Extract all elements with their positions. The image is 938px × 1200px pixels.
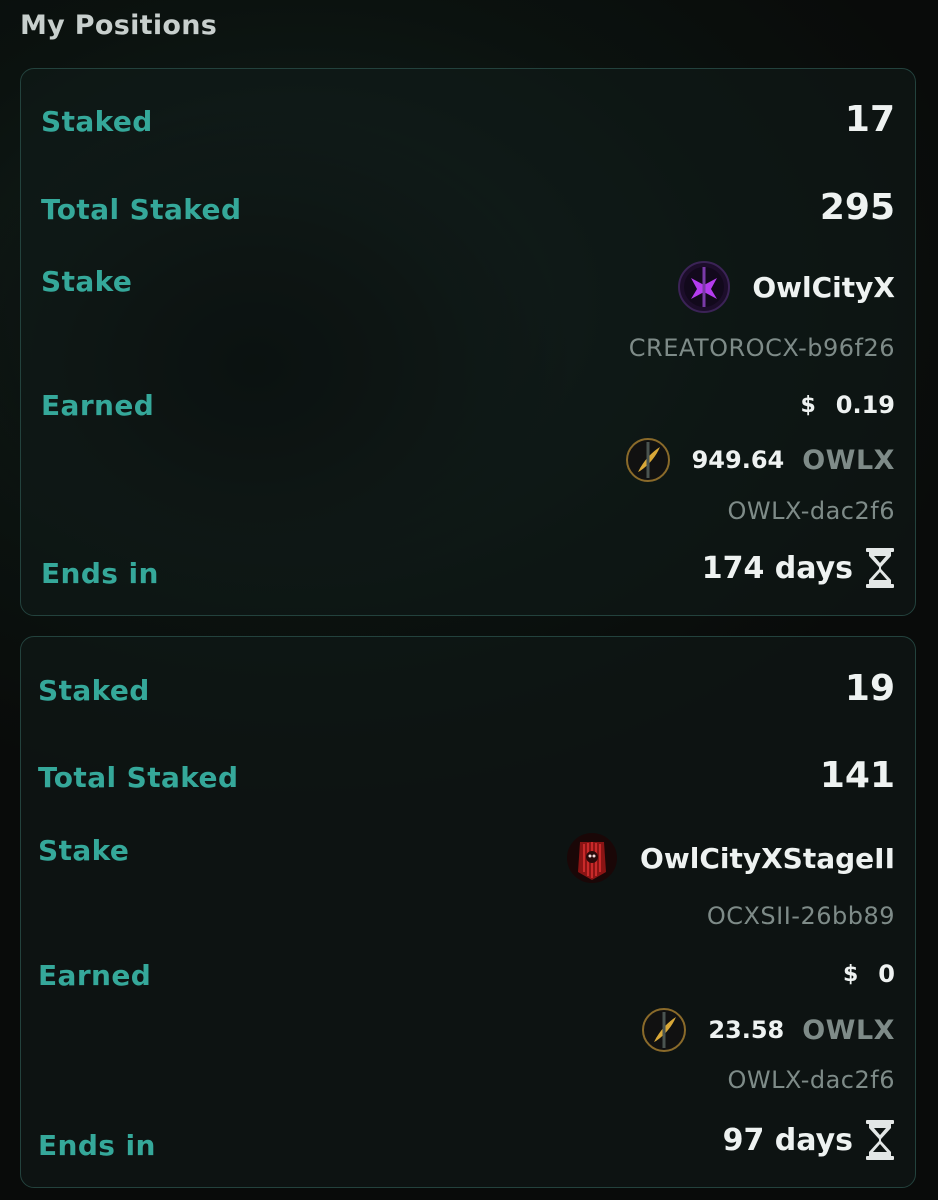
earned-token-row: 23.58 OWLX bbox=[642, 1008, 895, 1052]
earned-token-symbol: OWLX bbox=[802, 444, 895, 476]
earned-usd-value: 0.19 bbox=[835, 391, 895, 419]
stake-token-id: CREATOROCX-b96f26 bbox=[628, 334, 895, 362]
staked-value: 19 bbox=[844, 668, 895, 709]
earned-token-id: OWLX-dac2f6 bbox=[727, 497, 895, 525]
earned-token-symbol: OWLX bbox=[802, 1014, 895, 1046]
ends-in-value: 174 days bbox=[701, 550, 853, 586]
ends-in-value: 97 days bbox=[722, 1122, 853, 1158]
hourglass-icon bbox=[865, 546, 895, 590]
earned-amount: 23.58 bbox=[708, 1016, 785, 1044]
earned-label: Earned bbox=[41, 389, 155, 422]
owlcityx-avatar-icon bbox=[678, 261, 731, 313]
page-title: My Positions bbox=[20, 10, 218, 41]
total-staked-value: 295 bbox=[819, 187, 895, 228]
owlx-feather-token-icon bbox=[642, 1008, 687, 1052]
earned-usd-row: $ 0 bbox=[843, 960, 895, 988]
ends-in-label: Ends in bbox=[38, 1129, 156, 1162]
total-staked-label: Total Staked bbox=[41, 193, 242, 226]
position-card-1: Staked 17 Total Staked 295 Stake OwlCity… bbox=[20, 68, 916, 616]
stake-token-link[interactable]: OwlCityX bbox=[678, 261, 895, 313]
stake-token-link[interactable]: OwlCityXStageII bbox=[566, 832, 895, 884]
earned-usd-row: $ 0.19 bbox=[800, 391, 895, 419]
earned-amount: 949.64 bbox=[691, 446, 785, 474]
total-staked-value: 141 bbox=[819, 755, 895, 796]
stake-label: Stake bbox=[38, 834, 130, 867]
stake-name: OwlCityX bbox=[752, 270, 895, 304]
hourglass-icon bbox=[865, 1118, 895, 1162]
stake-token-id: OCXSII-26bb89 bbox=[706, 902, 895, 930]
stake-name: OwlCityXStageII bbox=[640, 841, 895, 875]
ends-in-row: 174 days bbox=[702, 546, 895, 590]
ends-in-label: Ends in bbox=[41, 557, 159, 590]
earned-usd-value: 0 bbox=[878, 960, 895, 988]
owlx-feather-token-icon bbox=[625, 438, 670, 482]
ends-in-row: 97 days bbox=[723, 1118, 895, 1162]
dollar-sign-icon: $ bbox=[842, 961, 859, 987]
earned-token-id: OWLX-dac2f6 bbox=[727, 1066, 895, 1094]
dollar-sign-icon: $ bbox=[800, 392, 816, 418]
total-staked-label: Total Staked bbox=[38, 761, 239, 794]
stake-label: Stake bbox=[41, 265, 133, 298]
position-card-2: Staked 19 Total Staked 141 Stake OwlCity… bbox=[20, 636, 916, 1188]
earned-label: Earned bbox=[38, 959, 152, 992]
staked-label: Staked bbox=[38, 674, 150, 707]
earned-token-row: 949.64 OWLX bbox=[625, 438, 895, 482]
owlcityx-stageii-avatar-icon bbox=[566, 832, 618, 884]
staked-value: 17 bbox=[844, 99, 895, 140]
staked-label: Staked bbox=[41, 105, 153, 138]
